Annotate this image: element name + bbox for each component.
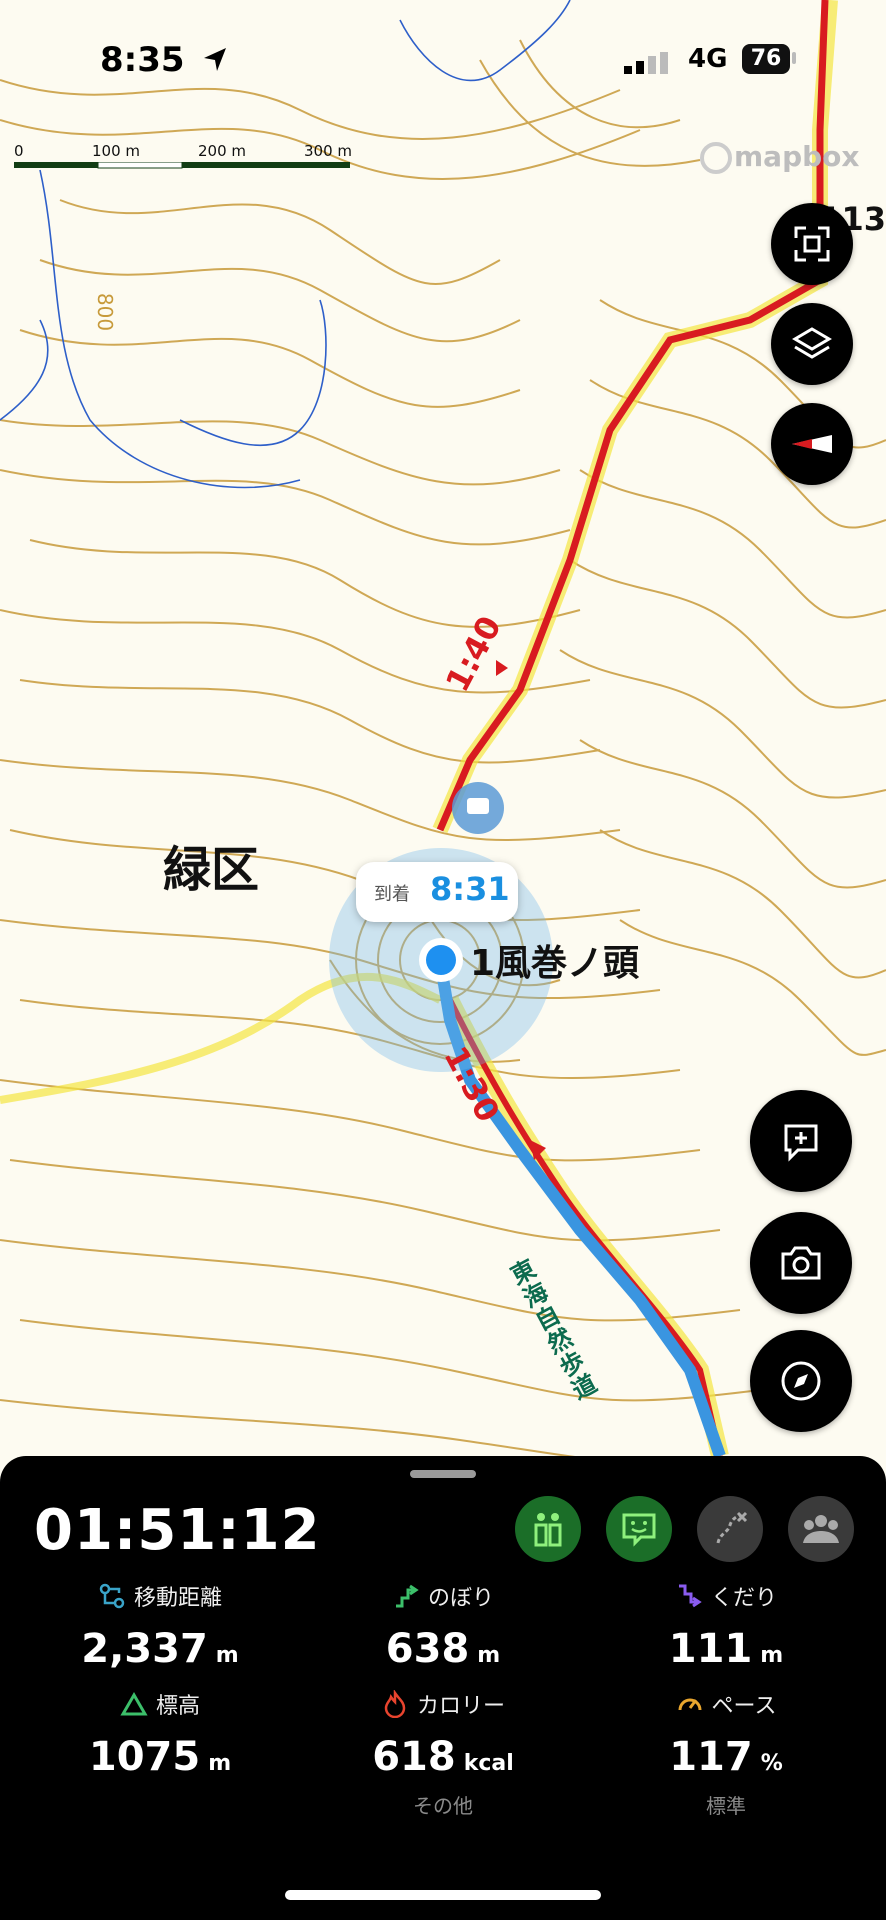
panel-grabber[interactable] [410, 1470, 476, 1478]
layers-icon [792, 327, 832, 359]
pace-icon [678, 1698, 702, 1711]
distance-icon [99, 1583, 125, 1609]
fit-route-icon [794, 226, 830, 262]
compass-heading-icon [792, 435, 832, 453]
calorie-unit: kcal [463, 1751, 514, 1776]
camera-icon [781, 1246, 821, 1280]
people-route-icon [534, 1513, 562, 1547]
pace-value: 117 [669, 1734, 753, 1780]
add-memo-button[interactable] [750, 1090, 852, 1192]
ascent-unit: m [477, 1643, 501, 1668]
calorie-value: 618 [372, 1734, 456, 1780]
pace-unit: % [760, 1751, 783, 1776]
scale-label-200: 200 m [198, 142, 247, 160]
scale-label-100: 100 m [92, 142, 141, 160]
home-indicator[interactable] [285, 1890, 601, 1900]
arrival-tooltip[interactable]: 到着 8:31 [356, 862, 518, 922]
face-memo-icon [622, 1513, 656, 1547]
stat-distance: 移動距離 2,337 m [30, 1580, 290, 1672]
people-route-button[interactable] [515, 1496, 581, 1562]
group-button[interactable] [788, 1496, 854, 1562]
stat-elevation: 標高 1075 m [30, 1688, 290, 1780]
arrival-time: 8:31 [430, 870, 510, 908]
contour-label: 800 [93, 292, 118, 332]
route-off-button[interactable] [697, 1496, 763, 1562]
ascent-icon [395, 1584, 419, 1608]
elevation-icon [120, 1692, 148, 1716]
scale-label-0: 0 [14, 142, 24, 160]
add-memo-icon [784, 1124, 818, 1162]
distance-value: 2,337 [81, 1626, 208, 1672]
battery-tip [792, 52, 796, 64]
face-memo-button[interactable] [606, 1496, 672, 1562]
distance-label: 移動距離 [133, 1586, 222, 1611]
layers-button[interactable] [771, 303, 853, 385]
elevation-label: 標高 [155, 1694, 200, 1719]
mapbox-attribution[interactable]: mapbox [700, 140, 870, 180]
descent-unit: m [760, 1643, 784, 1668]
pace-label: ペース [711, 1694, 777, 1719]
signal-bars-icon [624, 52, 668, 74]
elapsed-time: 01:51:12 [34, 1498, 321, 1563]
stat-calorie: カロリー 618 kcal [313, 1688, 573, 1780]
location-arrow-icon [204, 48, 226, 71]
memo-pin-icon [467, 798, 489, 814]
pace-sublabel[interactable]: 標準 [596, 1790, 856, 1819]
scale-label-300: 300 m [304, 142, 353, 160]
descent-value: 111 [668, 1626, 753, 1672]
descent-label: くだり [710, 1586, 777, 1611]
status-time: 8:35 [100, 40, 185, 80]
mapbox-text: mapbox [734, 140, 860, 173]
waypoint-name[interactable]: 1風巻ノ頭 [470, 934, 639, 986]
camera-button[interactable] [750, 1212, 852, 1314]
calorie-label: カロリー [416, 1694, 505, 1719]
current-location-dot[interactable] [426, 945, 456, 975]
route-off-icon [716, 1511, 748, 1544]
calorie-icon [384, 1690, 406, 1718]
stat-ascent: のぼり 638 m [313, 1580, 573, 1672]
mapbox-logo-icon [700, 142, 732, 174]
fit-route-button[interactable] [771, 203, 853, 285]
region-label: 緑区 [163, 842, 260, 898]
status-bar: 8:35 4G 76 [0, 40, 886, 90]
navigation-button[interactable] [750, 1330, 852, 1432]
calorie-sublabel[interactable]: その他 [313, 1790, 573, 1819]
arrival-label: 到着 [374, 884, 410, 905]
heading-button[interactable] [771, 403, 853, 485]
ascent-value: 638 [385, 1626, 470, 1672]
stat-pace: ペース 117% [596, 1688, 856, 1780]
network-type: 4G [688, 44, 728, 74]
elevation-value: 1075 [88, 1734, 201, 1780]
battery-level: 76 [742, 44, 790, 74]
group-icon [803, 1515, 839, 1543]
navigation-compass-icon [781, 1361, 821, 1401]
ascent-label: のぼり [427, 1586, 494, 1611]
distance-unit: m [215, 1643, 239, 1668]
map-scale: 0 100 m 200 m 300 m [14, 142, 364, 182]
stat-descent: くだり 111 m [596, 1580, 856, 1672]
descent-icon [678, 1584, 702, 1608]
activity-panel[interactable]: 01:51:12 移動距離 2,337 m のぼり 638 m くだり 111 m 標… [0, 1456, 886, 1920]
elevation-unit: m [208, 1751, 232, 1776]
scale-bar [14, 162, 350, 169]
